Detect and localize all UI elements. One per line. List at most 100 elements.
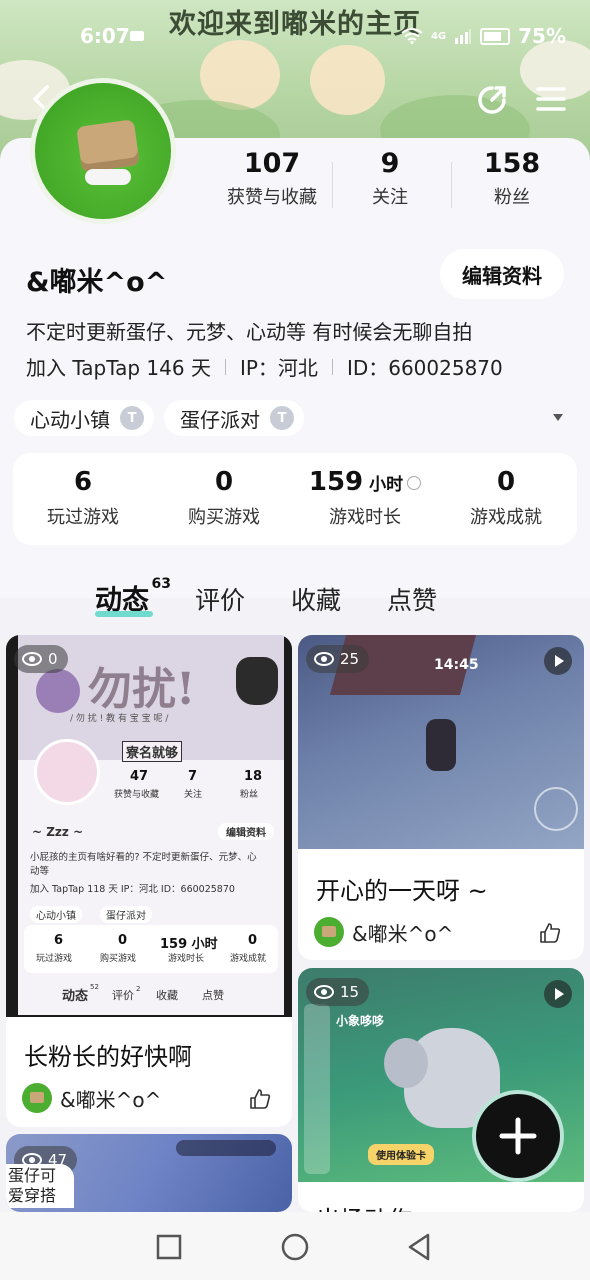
eye-icon [314,985,334,999]
share-icon [478,86,506,114]
stat-value: 0 [118,933,128,948]
profile-bio: 不定时更新蛋仔、元梦、心动等 有时候会无聊自拍 [26,320,473,344]
mini-tag: 蛋仔派对 [100,906,152,923]
expand-tags-icon[interactable] [553,414,563,421]
game-tag[interactable]: 心动小镇 T [14,400,154,436]
thumbs-up-icon[interactable] [248,1087,272,1111]
stat-value: 7 [188,769,198,784]
stat-label: 游戏成就 [230,954,267,964]
post-title: 开心的一天呀 ~ [316,877,488,905]
stat-value: 0 [496,467,516,497]
mini-bio: 小屁孩的主页有啥好看的? 不定时更新蛋仔、元梦、心 [30,852,257,863]
monster-figure [36,669,80,713]
stat-followers[interactable]: 158 粉丝 [460,148,564,209]
game-text: 小象哆哆 [336,1014,385,1028]
back-nav-icon[interactable] [406,1232,432,1262]
skill-button [534,787,578,831]
banner-text: 勿扰! [88,664,196,715]
stat-value: 18 [244,769,263,784]
stat-value: 159 小时 [295,467,435,497]
system-navigation-bar [0,1212,590,1280]
stat-value: 0 [248,933,258,948]
ip-location: IP：河北 [239,356,318,380]
post-overlay-text: 蛋仔可 爱穿搭 [6,1164,74,1208]
feed-card[interactable]: 14:45 25 开心的一天呀 ~ &嘟米^o^ [298,635,584,960]
game-hud [176,1140,276,1156]
trial-card-button: 使用体验卡 [368,1144,434,1165]
game-stat-playtime[interactable]: 159 小时 游戏时长 [295,467,435,529]
game-stat-purchased[interactable]: 0 购买游戏 [154,467,294,529]
game-tag-name: 蛋仔派对 [180,407,260,432]
joined-days: 加入 TapTap 146 天 [26,356,211,380]
create-post-button[interactable] [476,1094,560,1178]
mini-tab: 点赞 [202,989,224,1002]
taptap-badge-icon: T [270,406,294,430]
author-name: &嘟米^o^ [60,1087,162,1112]
profile-meta: 加入 TapTap 146 天 IP：河北 ID：660025870 [26,352,503,381]
mini-username: ~ Zzz ~ [32,825,84,839]
stat-label: 粉丝 [240,790,259,800]
stat-value: 107 [243,148,301,179]
share-button[interactable] [472,80,512,120]
eye-icon [22,652,42,666]
stat-value: 0 [214,467,234,497]
stat-label: 游戏时长 [168,954,205,964]
home-icon[interactable] [281,1233,309,1261]
thumbs-up-icon[interactable] [538,921,562,945]
stat-label: 粉丝 [494,187,530,208]
mini-tab: 动态 [62,989,89,1004]
mini-meta: 加入 TapTap 118 天 IP：河北 ID：660025870 [30,884,235,895]
post-title: 出场动作 [316,1200,412,1212]
play-icon[interactable] [544,647,572,675]
mini-avatar [34,739,100,805]
banner-cloud [310,45,385,115]
tab-shoucang[interactable]: 收藏 [291,581,341,617]
tab-pingjia[interactable]: 评价 [195,581,245,617]
view-count: 15 [340,983,360,1001]
view-count-badge: 0 [14,645,68,673]
recents-icon[interactable] [156,1234,182,1260]
character-figure [426,719,456,771]
side-menu-strip [304,1004,330,1174]
mini-tab: 评价 [112,989,134,1002]
author-name: &嘟米^o^ [352,921,454,946]
post-screenshot: 勿扰! / 勿 扰 ! 教 有 宝 宝 呢 / 寮名就够 47 获赞与收藏 7 … [6,635,292,1017]
view-count: 0 [48,650,58,668]
battery-level: 75% [518,24,566,48]
edit-profile-button[interactable]: 编辑资料 [440,249,564,299]
game-stat-achievements[interactable]: 0 游戏成就 [436,467,576,529]
network-label: 4G [430,30,447,42]
feed-card[interactable]: 勿扰! / 勿 扰 ! 教 有 宝 宝 呢 / 寮名就够 47 获赞与收藏 7 … [6,635,292,1127]
stat-likes[interactable]: 107 获赞与收藏 [214,148,330,209]
avatar[interactable] [30,78,176,224]
content-tabs: 动态 63 评价 收藏 点赞 [95,576,483,617]
view-count: 25 [340,650,360,668]
stat-label: 关注 [184,790,203,800]
feed-card[interactable]: 小象哆哆 使用体验卡 15 出场动作 [298,968,584,1212]
tab-dongtai[interactable]: 动态 63 [95,576,171,617]
eye-icon [314,652,334,666]
tab-dianzan[interactable]: 点赞 [387,581,437,617]
menu-icon [536,87,566,111]
stat-value: 159 小时 [160,937,218,952]
view-count-badge: 15 [306,978,370,1006]
stat-label: 购买游戏 [188,507,260,528]
avatar-figure [85,169,131,185]
author-avatar [22,1083,52,1113]
stat-label: 玩过游戏 [36,954,73,964]
game-stat-played[interactable]: 6 玩过游戏 [13,467,153,529]
mini-tab-count: 52 [90,983,99,991]
menu-button[interactable] [532,82,570,116]
stat-following[interactable]: 9 关注 [340,148,440,209]
feed-card[interactable]: 47 蛋仔可 爱穿搭 [6,1134,292,1212]
mini-bio: 动等 [30,866,50,877]
post-author[interactable]: &嘟米^o^ [22,1083,161,1113]
post-author[interactable]: &嘟米^o^ [314,917,453,947]
divider [224,358,226,375]
play-icon[interactable] [544,980,572,1008]
username: &嘟米^o^ [26,267,168,298]
battery-icon [480,27,511,45]
game-tag[interactable]: 蛋仔派对 T [164,400,304,436]
post-title: 长粉长的好快啊 [24,1043,192,1071]
signal-icon [455,29,472,44]
